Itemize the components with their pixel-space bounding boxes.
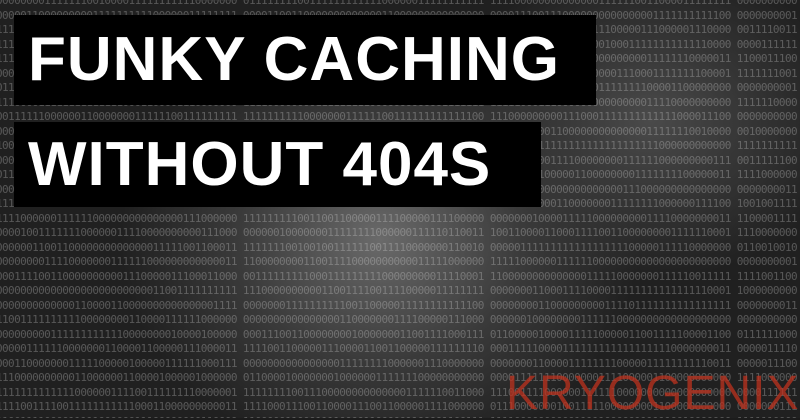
title-line-1: FUNKY CACHING [14, 15, 596, 105]
watermark-logo: KRYOGENIX [506, 367, 800, 420]
title-line-2: WITHOUT 404S [14, 122, 541, 207]
